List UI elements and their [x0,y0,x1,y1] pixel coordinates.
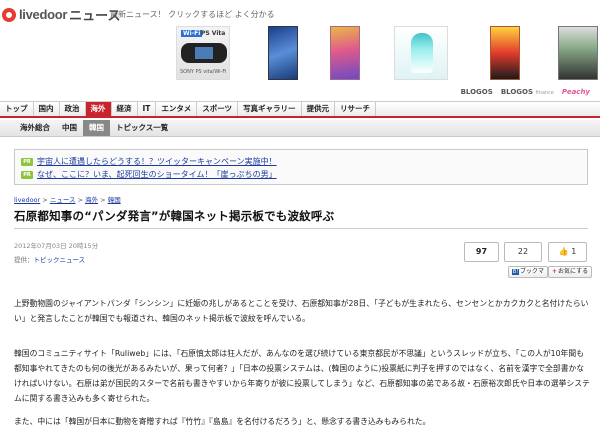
sub-nav: 海外総合 中国 韓国 トピックス一覧 [0,120,600,137]
ad-product-psvita[interactable]: Wi-Fi PS Vita SONY PS vita/Wi-Fi [176,26,230,80]
breadcrumb-korea[interactable]: 韓国 [108,196,121,204]
ad-product-case-colorful[interactable] [330,26,360,80]
ad-product-figure[interactable] [394,26,448,80]
peachy-link[interactable]: Peachy [562,88,590,96]
source-label: 提供： [14,256,34,264]
psvita-label: PS Vita [201,30,226,37]
nav-item-overseas[interactable]: 海外 [85,102,112,116]
hatena-bookmark-button[interactable]: B! ブックマ [508,266,549,278]
site-tagline: 最新ニュース！ クリックするほど よく分かる [110,10,275,19]
ad-product-case-red[interactable] [490,26,520,80]
article-paragraph: また、中には「韓国が日本に動物を寄贈すれば『竹竹』『島島』を名付けるだろう」と、… [14,417,431,426]
article-source: 提供：トピックニュース [14,254,85,264]
nav-item-politics[interactable]: 政治 [60,102,86,116]
nav-item-economy[interactable]: 経済 [112,102,138,116]
subnav-item-overseas-general[interactable]: 海外総合 [14,120,56,136]
site-header: livedoor ニュース 最新ニュース！ クリックするほど よく分かる Wi-… [0,0,600,100]
ad-product-case-dark[interactable] [558,26,598,80]
favorite-button[interactable]: +お気にする [548,266,593,278]
ad-product-case-blue[interactable] [268,26,298,80]
pr-badge: PR [21,157,33,166]
thumbs-up-icon: 👍 [558,247,569,256]
share-count-2[interactable]: 22 [504,242,542,262]
pr-row: PR 宇宙人に遭遇したらどうする！？ツイッターキャンペーン実施中！ [21,155,581,168]
nav-item-entertainment[interactable]: エンタメ [156,102,198,116]
pr-badge: PR [21,170,33,179]
partner-links: BLOGOS BLOGOS finance Peachy [461,88,590,96]
favorite-label: お気にする [558,268,589,275]
article-paragraph: 韓国のコミュニティサイト「Ruliweb」には、「石原慎太郎は狂人だが、あんなの… [14,349,590,403]
breadcrumb-overseas[interactable]: 海外 [85,196,98,204]
breadcrumb-news[interactable]: ニュース [50,196,76,204]
title-divider [14,228,588,229]
logo-text: livedoor [19,7,68,22]
pr-link[interactable]: なぜ、ここに？いま、起死回生のショータイム！「崖っぷちの男」 [37,169,277,180]
subnav-item-korea[interactable]: 韓国 [83,120,110,136]
pr-box: PR 宇宙人に遭遇したらどうする！？ツイッターキャンペーン実施中！ PR なぜ、… [14,149,588,185]
figure-icon [411,33,433,73]
nav-item-top[interactable]: トップ [0,102,34,116]
main-nav: トップ 国内 政治 海外 経済 IT エンタメ スポーツ 写真ギャラリー 提供元… [0,101,600,118]
psvita-caption: SONY PS vita/Wi-Fi [180,69,227,75]
nav-item-sports[interactable]: スポーツ [197,102,239,116]
like-count[interactable]: 👍 1 [548,242,587,262]
subnav-item-topics[interactable]: トピックス一覧 [110,120,174,136]
share-count-1[interactable]: 97 [464,242,499,262]
finance-suffix: finance [535,90,554,96]
pr-row: PR なぜ、ここに？いま、起死回生のショータイム！「崖っぷちの男」 [21,168,581,181]
hatena-icon: B! [512,269,519,275]
nav-item-photo-gallery[interactable]: 写真ギャラリー [238,102,302,116]
article-title: 石原都知事の“パンダ発言”が韓国ネット掲示板でも波紋呼ぶ [14,209,335,223]
livedoor-logo-icon [2,7,16,22]
blogos-link[interactable]: BLOGOS [461,88,493,96]
nav-item-domestic[interactable]: 国内 [34,102,60,116]
blogos-finance-link[interactable]: BLOGOS finance [501,88,554,96]
wifi-badge: Wi-Fi [181,30,203,37]
nav-item-research[interactable]: リサーチ [335,102,377,116]
breadcrumb-livedoor[interactable]: livedoor [14,196,40,204]
nav-item-providers[interactable]: 提供元 [302,102,336,116]
psvita-device-icon [181,43,227,63]
livedoor-logo[interactable]: livedoor ニュース [2,5,121,24]
article-paragraph: 上野動物園のジャイアントパンダ「シンシン」に妊娠の兆しがあるとことを受け、石原都… [14,299,589,323]
breadcrumb: livedoor > ニュース > 海外 > 韓国 [14,196,121,204]
hatena-label: ブックマ [520,268,545,275]
nav-item-it[interactable]: IT [138,102,157,116]
source-link[interactable]: トピックニュース [34,256,86,264]
pr-link[interactable]: 宇宙人に遭遇したらどうする！？ツイッターキャンペーン実施中！ [37,156,277,167]
like-count-value: 1 [571,247,577,256]
subnav-item-china[interactable]: 中国 [56,120,83,136]
article-date: 2012年07月03日 20時15分 [14,242,99,250]
plus-icon: + [552,268,558,275]
blogos-finance-text: BLOGOS [500,88,534,96]
